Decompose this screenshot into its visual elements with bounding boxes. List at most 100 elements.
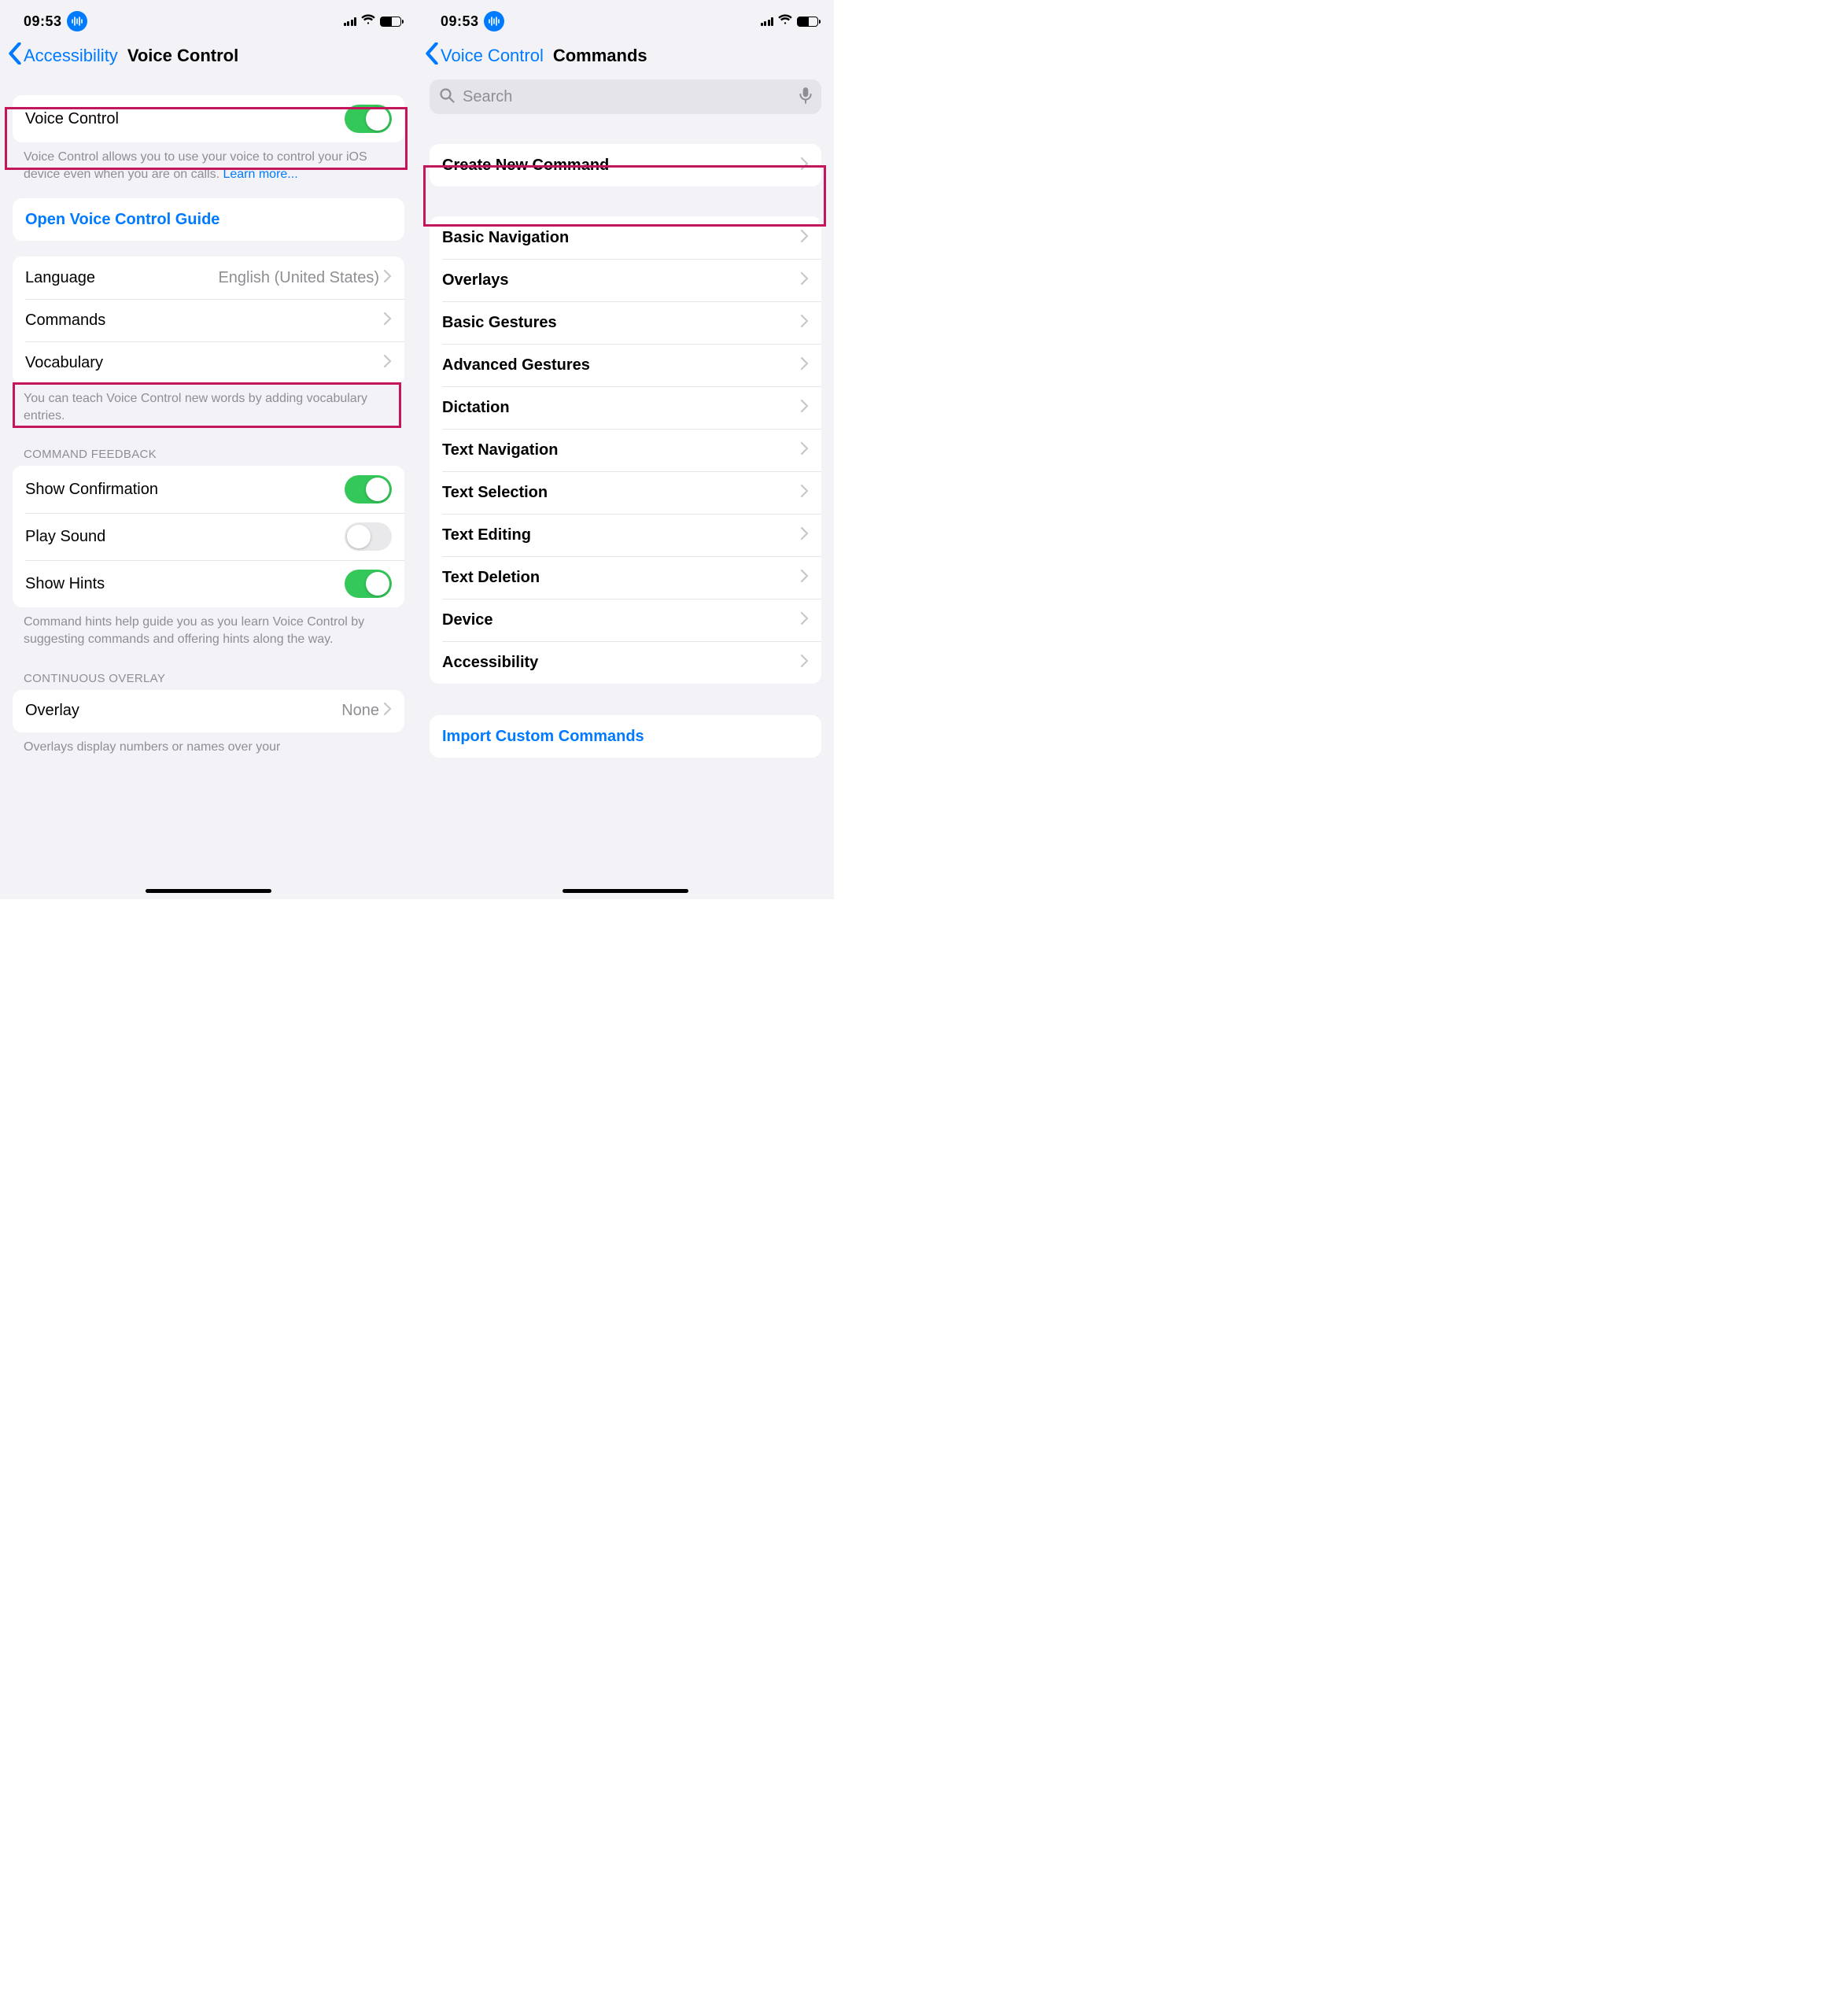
row-label: Text Editing bbox=[442, 526, 801, 544]
category-row[interactable]: Accessibility bbox=[430, 641, 821, 684]
chevron-right-icon bbox=[384, 354, 392, 372]
row-value: English (United States) bbox=[218, 269, 379, 287]
overlay-row[interactable]: Overlay None bbox=[13, 690, 404, 732]
chevron-right-icon bbox=[801, 441, 809, 459]
chevron-right-icon bbox=[801, 399, 809, 417]
dictation-icon[interactable] bbox=[799, 87, 812, 108]
category-row[interactable]: Text Deletion bbox=[430, 556, 821, 599]
back-button[interactable]: Accessibility bbox=[24, 46, 118, 66]
commands-row[interactable]: Commands bbox=[13, 299, 404, 341]
row-label: Commands bbox=[25, 312, 384, 330]
chevron-right-icon bbox=[384, 312, 392, 330]
hints-footer: Command hints help guide you as you lear… bbox=[0, 607, 417, 647]
row-label: Text Selection bbox=[442, 484, 801, 502]
category-row[interactable]: Text Editing bbox=[430, 514, 821, 556]
show-hints-row[interactable]: Show Hints bbox=[13, 560, 404, 607]
voice-control-toggle-row[interactable]: Voice Control bbox=[13, 95, 404, 142]
category-row[interactable]: Overlays bbox=[430, 259, 821, 301]
learn-more-link[interactable]: Learn more... bbox=[223, 168, 297, 181]
language-row[interactable]: Language English (United States) bbox=[13, 256, 404, 299]
row-label: Open Voice Control Guide bbox=[25, 211, 392, 229]
play-sound-row[interactable]: Play Sound bbox=[13, 513, 404, 560]
row-label: Import Custom Commands bbox=[442, 728, 809, 746]
row-label: Text Deletion bbox=[442, 569, 801, 587]
voice-control-status-icon bbox=[67, 11, 87, 31]
row-label: Show Hints bbox=[25, 575, 345, 593]
row-label: Play Sound bbox=[25, 528, 345, 546]
row-label: Device bbox=[442, 611, 801, 629]
vocab-footer: You can teach Voice Control new words by… bbox=[0, 384, 417, 424]
row-label: Show Confirmation bbox=[25, 481, 345, 499]
row-label: Voice Control bbox=[25, 110, 345, 128]
clock: 09:53 bbox=[441, 13, 479, 30]
import-custom-commands-button[interactable]: Import Custom Commands bbox=[430, 715, 821, 758]
row-label: Language bbox=[25, 269, 218, 287]
home-indicator bbox=[146, 889, 271, 893]
chevron-right-icon bbox=[801, 271, 809, 290]
nav-bar: Voice Control Commands bbox=[417, 39, 834, 76]
category-row[interactable]: Advanced Gestures bbox=[430, 344, 821, 386]
nav-bar: Accessibility Voice Control bbox=[0, 39, 417, 76]
category-row[interactable]: Basic Navigation bbox=[430, 216, 821, 259]
search-field[interactable] bbox=[430, 79, 821, 114]
continuous-overlay-header: Continuous Overlay bbox=[0, 648, 417, 690]
back-chevron-icon[interactable] bbox=[8, 42, 22, 68]
vocabulary-row[interactable]: Vocabulary bbox=[13, 341, 404, 384]
wifi-icon bbox=[361, 14, 375, 29]
row-label: Dictation bbox=[442, 399, 801, 417]
chevron-right-icon bbox=[801, 569, 809, 587]
category-row[interactable]: Text Navigation bbox=[430, 429, 821, 471]
chevron-right-icon bbox=[801, 314, 809, 332]
show-hints-toggle[interactable] bbox=[345, 570, 392, 598]
back-button[interactable]: Voice Control bbox=[441, 46, 544, 66]
category-row[interactable]: Text Selection bbox=[430, 471, 821, 514]
play-sound-toggle[interactable] bbox=[345, 522, 392, 551]
guide-group: Open Voice Control Guide bbox=[13, 198, 404, 241]
chevron-right-icon bbox=[801, 484, 809, 502]
category-row[interactable]: Dictation bbox=[430, 386, 821, 429]
search-icon bbox=[439, 87, 455, 107]
overlay-group: Overlay None bbox=[13, 690, 404, 732]
open-guide-button[interactable]: Open Voice Control Guide bbox=[13, 198, 404, 241]
status-bar: 09:53 bbox=[0, 0, 417, 39]
cellular-signal-icon bbox=[344, 17, 357, 26]
battery-icon bbox=[797, 17, 818, 27]
row-label: Vocabulary bbox=[25, 354, 384, 372]
import-group: Import Custom Commands bbox=[430, 715, 821, 758]
row-label: Text Navigation bbox=[442, 441, 801, 459]
voice-control-toggle[interactable] bbox=[345, 105, 392, 133]
command-feedback-header: Command Feedback bbox=[0, 424, 417, 466]
voice-control-description: Voice Control allows you to use your voi… bbox=[0, 142, 417, 183]
commands-screen: 09:53 Voice Control Commands Create New … bbox=[417, 0, 834, 899]
overlay-footer: Overlays display numbers or names over y… bbox=[0, 732, 417, 772]
page-title: Voice Control bbox=[127, 46, 238, 66]
clock: 09:53 bbox=[24, 13, 62, 30]
back-chevron-icon[interactable] bbox=[425, 42, 439, 68]
row-label: Overlays bbox=[442, 271, 801, 290]
category-row[interactable]: Device bbox=[430, 599, 821, 641]
show-confirmation-toggle[interactable] bbox=[345, 475, 392, 504]
row-label: Basic Navigation bbox=[442, 229, 801, 247]
command-feedback-group: Show Confirmation Play Sound Show Hints bbox=[13, 466, 404, 607]
row-value: None bbox=[341, 702, 379, 720]
config-group: Language English (United States) Command… bbox=[13, 256, 404, 384]
chevron-right-icon bbox=[801, 611, 809, 629]
chevron-right-icon bbox=[801, 157, 809, 175]
show-confirmation-row[interactable]: Show Confirmation bbox=[13, 466, 404, 513]
chevron-right-icon bbox=[801, 229, 809, 247]
chevron-right-icon bbox=[384, 702, 392, 720]
chevron-right-icon bbox=[801, 356, 809, 374]
battery-icon bbox=[380, 17, 401, 27]
search-input[interactable] bbox=[463, 88, 791, 106]
voice-control-settings-screen: 09:53 Accessibility Voice Control Voice … bbox=[0, 0, 417, 899]
category-row[interactable]: Basic Gestures bbox=[430, 301, 821, 344]
row-label: Basic Gestures bbox=[442, 314, 801, 332]
row-label: Overlay bbox=[25, 702, 341, 720]
row-label: Create New Command bbox=[442, 157, 801, 175]
row-label: Advanced Gestures bbox=[442, 356, 801, 374]
chevron-right-icon bbox=[384, 269, 392, 287]
create-new-command-button[interactable]: Create New Command bbox=[430, 144, 821, 186]
chevron-right-icon bbox=[801, 654, 809, 672]
create-command-group: Create New Command bbox=[430, 144, 821, 186]
home-indicator bbox=[563, 889, 688, 893]
